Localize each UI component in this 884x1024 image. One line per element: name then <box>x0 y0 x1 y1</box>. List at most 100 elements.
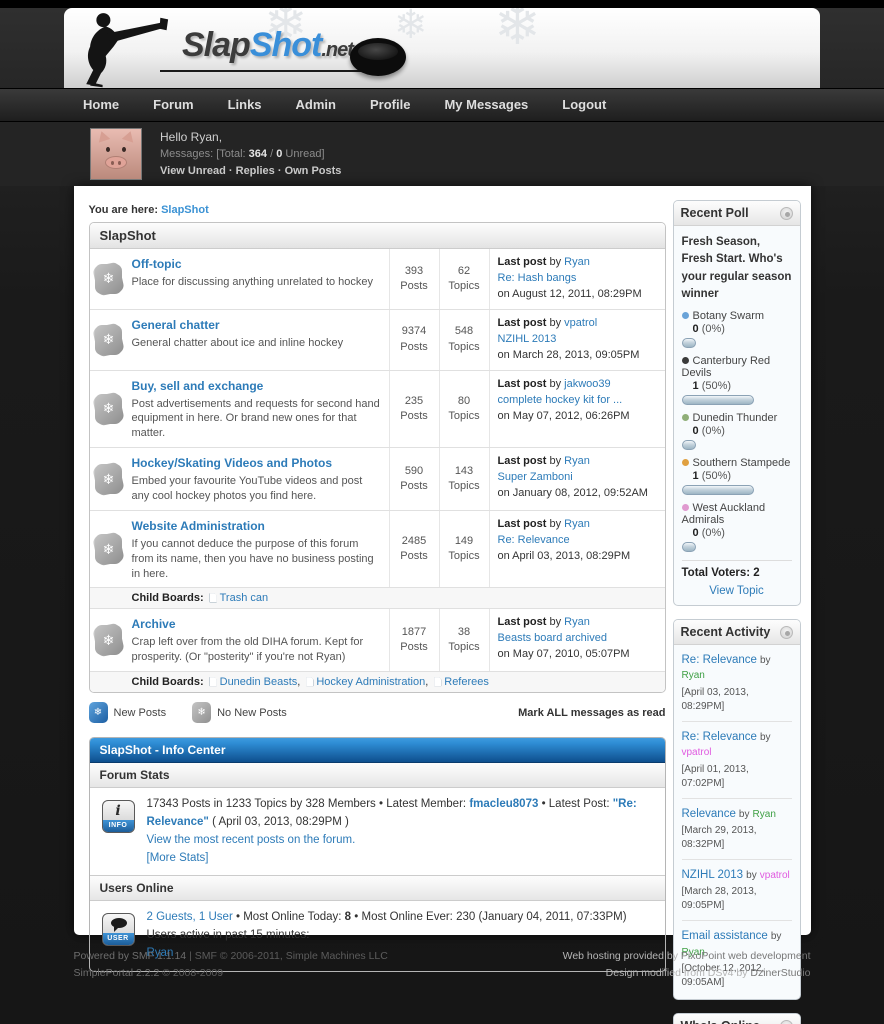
board-link[interactable]: General chatter <box>132 318 220 332</box>
most-online-today-label: • Most Online Today: <box>236 911 341 923</box>
activity-user-link[interactable]: Ryan <box>682 670 705 681</box>
collapse-icon[interactable] <box>780 626 793 639</box>
by-label: by <box>771 931 782 942</box>
poll-bar <box>682 338 696 348</box>
nav-item-home[interactable]: Home <box>66 89 136 121</box>
board-status-icon: ❄ <box>95 464 122 494</box>
last-post-topic-link[interactable]: Re: Relevance <box>498 534 570 546</box>
last-post-topic-link[interactable]: complete hockey kit for ... <box>498 394 623 406</box>
logo-shot: Shot <box>250 26 322 64</box>
child-board-link[interactable]: Dunedin Beasts <box>220 676 298 688</box>
collapse-icon[interactable] <box>780 1020 793 1024</box>
latest-member-link[interactable]: fmacleu8073 <box>469 798 538 810</box>
last-post-author-link[interactable]: Ryan <box>564 256 590 268</box>
nav-item-links[interactable]: Links <box>211 89 279 121</box>
child-board-link[interactable]: Trash can <box>220 592 269 604</box>
breadcrumb: You are here: SlapShot <box>89 200 666 222</box>
board-posts-count: 393Posts <box>389 249 439 309</box>
user-icon: USER <box>102 913 135 946</box>
guests-users-link[interactable]: 2 Guests, 1 User <box>147 911 233 923</box>
snowflake-decoration-icon: ❄ <box>394 8 428 48</box>
messages-summary: Messages: [Total: 364 / 0 Unread] <box>160 146 341 163</box>
nav-item-logout[interactable]: Logout <box>545 89 623 121</box>
activity-topic-link[interactable]: Re: Relevance <box>682 654 757 666</box>
no-new-posts-label: No New Posts <box>217 707 287 719</box>
messages-unread: 0 <box>276 148 282 160</box>
recent-activity-title: Recent Activity <box>681 625 771 639</box>
activity-user-link[interactable]: Ryan <box>753 809 776 820</box>
poll-bar <box>682 395 754 405</box>
nav-item-my-messages[interactable]: My Messages <box>427 89 545 121</box>
child-board-link[interactable]: Referees <box>444 676 489 688</box>
more-stats-link[interactable]: [More Stats] <box>147 852 209 864</box>
new-posts-icon: ❄ <box>89 702 108 723</box>
last-post-author-link[interactable]: Ryan <box>564 616 590 628</box>
board-row: ❄ Buy, sell and exchange Post advertisem… <box>90 371 665 449</box>
logo-underline <box>160 70 362 72</box>
child-board-link[interactable]: Hockey Administration <box>316 676 425 688</box>
last-post-topic-link[interactable]: NZIHL 2013 <box>498 333 557 345</box>
simpleportal-link[interactable]: SimplePortal 2.2.2 <box>74 967 160 979</box>
board-topics-count: 143Topics <box>439 448 489 510</box>
separator: , <box>425 676 428 688</box>
nav-item-admin[interactable]: Admin <box>279 89 353 121</box>
board-topics-count: 38Topics <box>439 609 489 671</box>
replies-link[interactable]: Replies <box>236 165 275 177</box>
board-link[interactable]: Archive <box>132 617 176 631</box>
poll-option-label: Botany Swarm <box>693 310 765 322</box>
last-post-date: on May 07, 2012, 06:26PM <box>498 410 630 422</box>
poll-option-votes: 0 (0%) <box>682 323 792 335</box>
smf-copyright: | SMF © 2006-2011, Simple Machines LLC <box>189 950 388 962</box>
pixopoint-link[interactable]: PixoPoint web development <box>681 950 811 962</box>
user-info-bar: Hello Ryan, Messages: [Total: 364 / 0 Un… <box>0 122 884 186</box>
activity-topic-link[interactable]: Re: Relevance <box>682 731 757 743</box>
board-link[interactable]: Buy, sell and exchange <box>132 379 264 393</box>
link-separator: · <box>278 165 282 177</box>
users-online-header: Users Online <box>90 876 665 901</box>
avatar-pig-snout <box>105 156 127 169</box>
user-greeting: Hello Ryan, <box>160 128 341 146</box>
category-title: SlapShot <box>90 223 665 249</box>
new-posts-label: New Posts <box>114 707 167 719</box>
own-posts-link[interactable]: Own Posts <box>285 165 342 177</box>
last-post-author-link[interactable]: jakwoo39 <box>564 378 610 390</box>
poll-option: Botany Swarm 0 (0%) <box>682 310 792 348</box>
breadcrumb-link-slapshot[interactable]: SlapShot <box>161 204 209 216</box>
board-link[interactable]: Off-topic <box>132 257 182 271</box>
board-doc-icon <box>210 677 217 686</box>
last-post-topic-link[interactable]: Super Zamboni <box>498 471 573 483</box>
view-topic-link[interactable]: View Topic <box>709 585 764 597</box>
separator: , <box>297 676 300 688</box>
last-post-author-link[interactable]: Ryan <box>564 455 590 467</box>
activity-topic-link[interactable]: Relevance <box>682 808 736 820</box>
simpleportal-copyright: © 2008-2009 <box>162 967 223 979</box>
dzinerstudio-link[interactable]: DzinerStudio <box>750 967 810 979</box>
messages-separator: / <box>270 148 273 160</box>
poll-option-label: Dunedin Thunder <box>693 412 778 424</box>
by-label: by <box>549 256 561 268</box>
recent-posts-link[interactable]: View the most recent posts on the forum. <box>147 834 356 846</box>
activity-user-link[interactable]: vpatrol <box>682 747 712 758</box>
last-post-author-link[interactable]: vpatrol <box>564 317 597 329</box>
nav-item-profile[interactable]: Profile <box>353 89 427 121</box>
board-last-post: Last post by vpatrol NZIHL 2013 on March… <box>489 310 665 370</box>
activity-date: [March 28, 2013, 09:05PM] <box>682 885 792 913</box>
nav-item-forum[interactable]: Forum <box>136 89 210 121</box>
smf-link[interactable]: Powered by SMF 1.1.14 <box>74 950 187 962</box>
poll-option: Canterbury Red Devils 1 (50%) <box>682 355 792 405</box>
last-post-label: Last post <box>498 455 547 467</box>
activity-topic-link[interactable]: NZIHL 2013 <box>682 869 744 881</box>
last-post-author-link[interactable]: Ryan <box>564 518 590 530</box>
mark-all-read-link[interactable]: Mark ALL messages as read <box>518 707 665 719</box>
activity-topic-link[interactable]: Email assistance <box>682 930 768 942</box>
board-link[interactable]: Website Administration <box>132 519 265 533</box>
view-unread-link[interactable]: View Unread <box>160 165 226 177</box>
board-topics-count: 62Topics <box>439 249 489 309</box>
last-post-topic-link[interactable]: Re: Hash bangs <box>498 272 577 284</box>
collapse-icon[interactable] <box>780 207 793 220</box>
activity-user-link[interactable]: vpatrol <box>760 870 790 881</box>
last-post-topic-link[interactable]: Beasts board archived <box>498 632 607 644</box>
board-doc-icon <box>210 593 217 602</box>
board-link[interactable]: Hockey/Skating Videos and Photos <box>132 456 333 470</box>
by-label: by <box>760 655 771 666</box>
